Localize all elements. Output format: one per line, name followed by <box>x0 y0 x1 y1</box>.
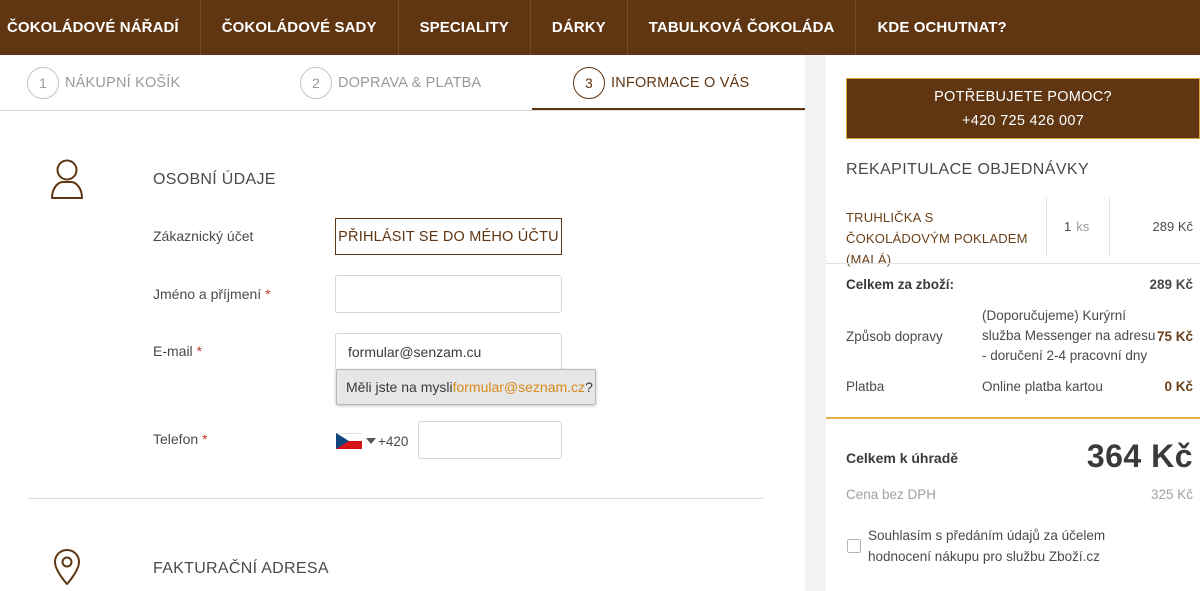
email-label: E-mail * <box>153 343 202 359</box>
billing-section-title: FAKTURAČNÍ ADRESA <box>153 560 329 577</box>
column-separator <box>1109 198 1110 256</box>
email-label-text: E-mail <box>153 343 193 359</box>
required-mark: * <box>196 343 203 359</box>
phone-input[interactable] <box>418 421 562 459</box>
name-input[interactable] <box>335 275 562 313</box>
nav-item-kde-ochutnat[interactable]: KDE OCHUTNAT? <box>856 0 1027 55</box>
nav-item-speciality[interactable]: SPECIALITY <box>399 0 531 55</box>
consent-checkbox[interactable] <box>847 539 861 553</box>
payment-label: Platba <box>846 379 885 394</box>
payment-price: 0 Kč <box>1164 379 1193 394</box>
delivery-method: (Doporučujeme) Kurýrní služba Messenger … <box>982 308 1156 363</box>
order-item-price: 289 Kč <box>1152 219 1193 234</box>
account-label: Zákaznický účet <box>153 228 254 244</box>
consent-text: Souhlasím s předáním údajů za účelem hod… <box>868 528 1106 564</box>
goods-total-label: Celkem za zboží: <box>846 277 955 292</box>
user-icon <box>51 159 83 199</box>
grand-total-label: Celkem k úhradě <box>846 450 959 466</box>
suggested-email-link[interactable]: formular@seznam.cz <box>453 379 585 395</box>
grand-total-value: 364 Kč <box>1086 438 1193 474</box>
order-item-name: TRUHLIČKA S ČOKOLÁDOVÝM POKLADEM (MALÁ) <box>846 210 1028 267</box>
help-contact-box[interactable]: POTŘEBUJETE POMOC? +420 725 426 007 <box>846 78 1200 139</box>
email-suggestion: Měli jste na mysli formular@seznam.cz? <box>336 369 596 405</box>
location-pin-icon <box>54 549 80 585</box>
step-label: DOPRAVA & PLATBA <box>338 75 482 91</box>
nav-item-cokoladove-naradi[interactable]: ČOKOLÁDOVÉ NÁŘADÍ <box>0 0 201 55</box>
required-mark: * <box>202 431 208 447</box>
nav-item-cokoladove-sady[interactable]: ČOKOLÁDOVÉ SADY <box>201 0 399 55</box>
phone-label: Telefon * <box>153 431 208 447</box>
phone-label-text: Telefon <box>153 431 199 447</box>
step-shipping-payment[interactable]: 2 DOPRAVA & PLATBA <box>300 67 481 99</box>
help-title: POTŘEBUJETE POMOC? <box>934 88 1112 105</box>
quantity-unit: ks <box>1076 219 1090 234</box>
payment-method: Online platba kartou <box>982 379 1103 394</box>
phone-country-selector[interactable]: +420 <box>336 431 408 451</box>
price-without-vat-value: 325 Kč <box>1150 487 1193 502</box>
help-phone: +420 725 426 007 <box>961 112 1085 129</box>
chevron-down-icon <box>366 438 376 444</box>
name-label: Jméno a příjmení * <box>153 286 271 302</box>
step-customer-info[interactable]: 3 INFORMACE O VÁS <box>573 67 749 99</box>
step-label: INFORMACE O VÁS <box>611 75 750 91</box>
goods-total-value: 289 Kč <box>1149 277 1193 292</box>
section-divider <box>28 498 763 499</box>
price-without-vat-label: Cena bez DPH <box>846 487 937 502</box>
order-item-quantity: 1 ks <box>1064 219 1089 234</box>
suggestion-prefix: Měli jste na mysli <box>346 379 453 395</box>
checkout-steps: 1 NÁKUPNÍ KOŠÍK 2 DOPRAVA & PLATBA 3 INF… <box>0 55 805 111</box>
delivery-label: Způsob dopravy <box>846 329 943 344</box>
main-navigation: ČOKOLÁDOVÉ NÁŘADÍ ČOKOLÁDOVÉ SADY SPECIA… <box>0 0 1200 55</box>
delivery-price: 75 Kč <box>1156 329 1193 344</box>
checkout-form-panel: 1 NÁKUPNÍ KOŠÍK 2 DOPRAVA & PLATBA 3 INF… <box>0 55 805 591</box>
order-summary-panel: POTŘEBUJETE POMOC? +420 725 426 007 REKA… <box>826 55 1200 591</box>
step-label: NÁKUPNÍ KOŠÍK <box>65 75 181 91</box>
step-number: 3 <box>573 67 605 99</box>
active-step-underline <box>532 108 805 110</box>
step-number: 2 <box>300 67 332 99</box>
row-separator <box>826 263 1200 264</box>
phone-prefix-text: +420 <box>378 433 409 449</box>
required-mark: * <box>265 286 271 302</box>
czech-flag-icon <box>336 433 362 449</box>
total-separator <box>826 417 1200 419</box>
suggestion-suffix: ? <box>585 379 593 395</box>
login-button[interactable]: PŘIHLÁSIT SE DO MÉHO ÚČTU <box>335 218 562 255</box>
column-separator <box>1046 198 1047 256</box>
order-recap-title: REKAPITULACE OBJEDNÁVKY <box>846 161 1090 178</box>
email-input[interactable] <box>335 333 562 371</box>
step-number: 1 <box>27 67 59 99</box>
nav-item-tabulkova-cokolada[interactable]: TABULKOVÁ ČOKOLÁDA <box>628 0 857 55</box>
name-label-text: Jméno a příjmení <box>153 286 262 302</box>
personal-section-title: OSOBNÍ ÚDAJE <box>153 171 276 188</box>
nav-item-darky[interactable]: DÁRKY <box>531 0 628 55</box>
quantity-value: 1 <box>1064 219 1072 234</box>
step-cart[interactable]: 1 NÁKUPNÍ KOŠÍK <box>27 67 180 99</box>
